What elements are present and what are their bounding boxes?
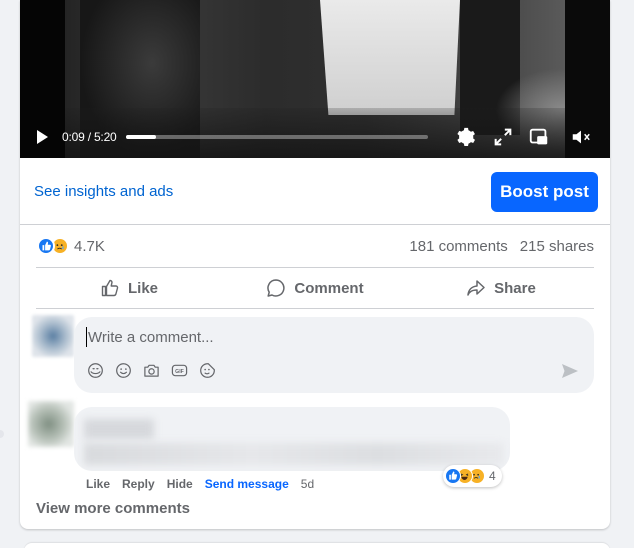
mute-icon[interactable]	[570, 126, 592, 148]
emoji-icon[interactable]	[114, 361, 132, 379]
commenter-avatar[interactable]	[28, 401, 74, 447]
like-button[interactable]: Like	[36, 268, 222, 308]
share-button[interactable]: Share	[408, 268, 594, 308]
comment-reaction-count: 4	[489, 469, 496, 483]
comment-composer: GIF	[74, 317, 594, 393]
comments-count[interactable]: 181 comments	[409, 238, 507, 255]
composer-tools: GIF	[86, 361, 216, 379]
comment-timestamp[interactable]: 5d	[301, 477, 314, 491]
shares-count[interactable]: 215 shares	[520, 238, 594, 255]
comment-input[interactable]	[86, 327, 566, 347]
see-insights-link[interactable]: See insights and ads	[34, 183, 173, 200]
fullscreen-icon[interactable]	[492, 126, 514, 148]
comment-like-link[interactable]: Like	[86, 477, 110, 491]
view-more-comments-link[interactable]: View more comments	[36, 500, 190, 517]
camera-icon[interactable]	[142, 361, 160, 379]
divider	[20, 224, 610, 225]
avatar-sticker-icon[interactable]	[86, 361, 104, 379]
like-label: Like	[127, 279, 158, 297]
sticker-icon[interactable]	[198, 361, 216, 379]
comment-label: Comment	[294, 279, 364, 297]
share-label: Share	[494, 279, 536, 297]
video-time: 0:09 / 5:20	[62, 130, 117, 144]
divider	[36, 308, 594, 309]
video-progress-fill	[126, 135, 157, 139]
post-reactions[interactable]: 4.7K	[37, 236, 105, 256]
reaction-count: 4.7K	[74, 237, 105, 255]
settings-gear-icon[interactable]	[454, 126, 476, 148]
comment-text-redacted	[84, 443, 504, 465]
send-message-link[interactable]: Send message	[205, 477, 289, 491]
video-player[interactable]: 0:09 / 5:20	[20, 0, 610, 158]
post-card: 0:09 / 5:20 See insights and ads Boost p…	[20, 0, 610, 529]
send-icon[interactable]	[560, 361, 580, 381]
video-progress-bar[interactable]	[126, 135, 428, 139]
comment-bubble	[74, 407, 510, 471]
thumbs-up-icon	[101, 279, 119, 297]
comment-reactions[interactable]: 4	[443, 465, 502, 487]
comment-reply-link[interactable]: Reply	[122, 477, 155, 491]
like-reaction-icon	[37, 237, 55, 255]
current-user-avatar[interactable]	[32, 315, 74, 357]
next-post-card	[24, 543, 610, 548]
comment-bubble-icon	[267, 279, 285, 297]
post-stats: 181 comments 215 shares	[409, 238, 594, 255]
boost-post-button[interactable]: Boost post	[491, 172, 598, 212]
comment-hide-link[interactable]: Hide	[167, 477, 193, 491]
post-actions: Like Comment Share	[36, 268, 594, 308]
play-icon[interactable]	[34, 129, 50, 145]
gif-icon[interactable]: GIF	[170, 361, 188, 379]
comment-actions: Like Reply Hide Send message 5d	[86, 477, 314, 491]
share-arrow-icon	[467, 280, 485, 296]
like-reaction-icon	[445, 468, 461, 484]
miniplayer-icon[interactable]	[528, 126, 550, 148]
comment-button[interactable]: Comment	[222, 268, 408, 308]
svg-text:GIF: GIF	[175, 368, 184, 374]
commenter-name-redacted	[84, 419, 154, 439]
